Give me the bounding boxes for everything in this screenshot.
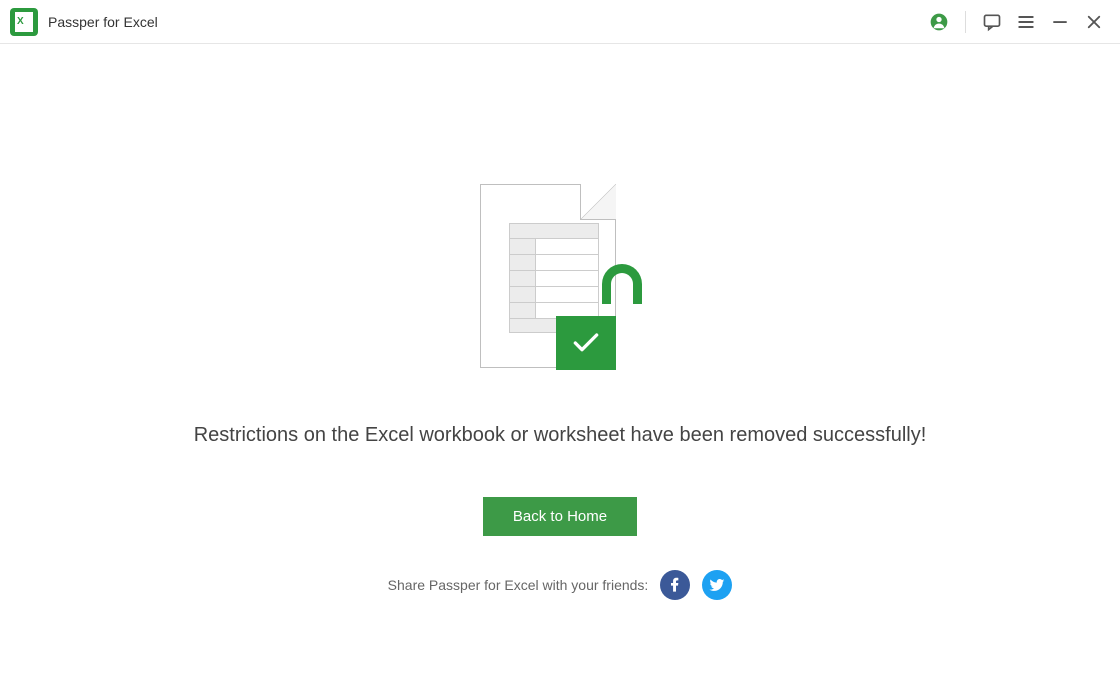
minimize-icon[interactable]	[1050, 12, 1070, 32]
titlebar: X Passper for Excel	[0, 0, 1120, 44]
twitter-share-button[interactable]	[702, 570, 732, 600]
app-logo-icon: X	[10, 8, 38, 36]
unlock-shackle-icon	[602, 264, 642, 304]
unlock-body-icon	[556, 316, 616, 370]
app-title: Passper for Excel	[48, 14, 158, 30]
titlebar-divider	[965, 11, 966, 33]
close-icon[interactable]	[1084, 12, 1104, 32]
facebook-share-button[interactable]	[660, 570, 690, 600]
account-icon[interactable]	[929, 12, 949, 32]
main-content: Restrictions on the Excel workbook or wo…	[0, 44, 1120, 600]
share-text: Share Passper for Excel with your friend…	[388, 577, 649, 593]
titlebar-left: X Passper for Excel	[10, 8, 158, 36]
unlocked-document-illustration	[470, 184, 650, 374]
share-row: Share Passper for Excel with your friend…	[388, 570, 733, 600]
back-to-home-button[interactable]: Back to Home	[483, 497, 637, 536]
menu-icon[interactable]	[1016, 12, 1036, 32]
success-message: Restrictions on the Excel workbook or wo…	[194, 424, 927, 447]
feedback-icon[interactable]	[982, 12, 1002, 32]
titlebar-right	[929, 11, 1104, 33]
